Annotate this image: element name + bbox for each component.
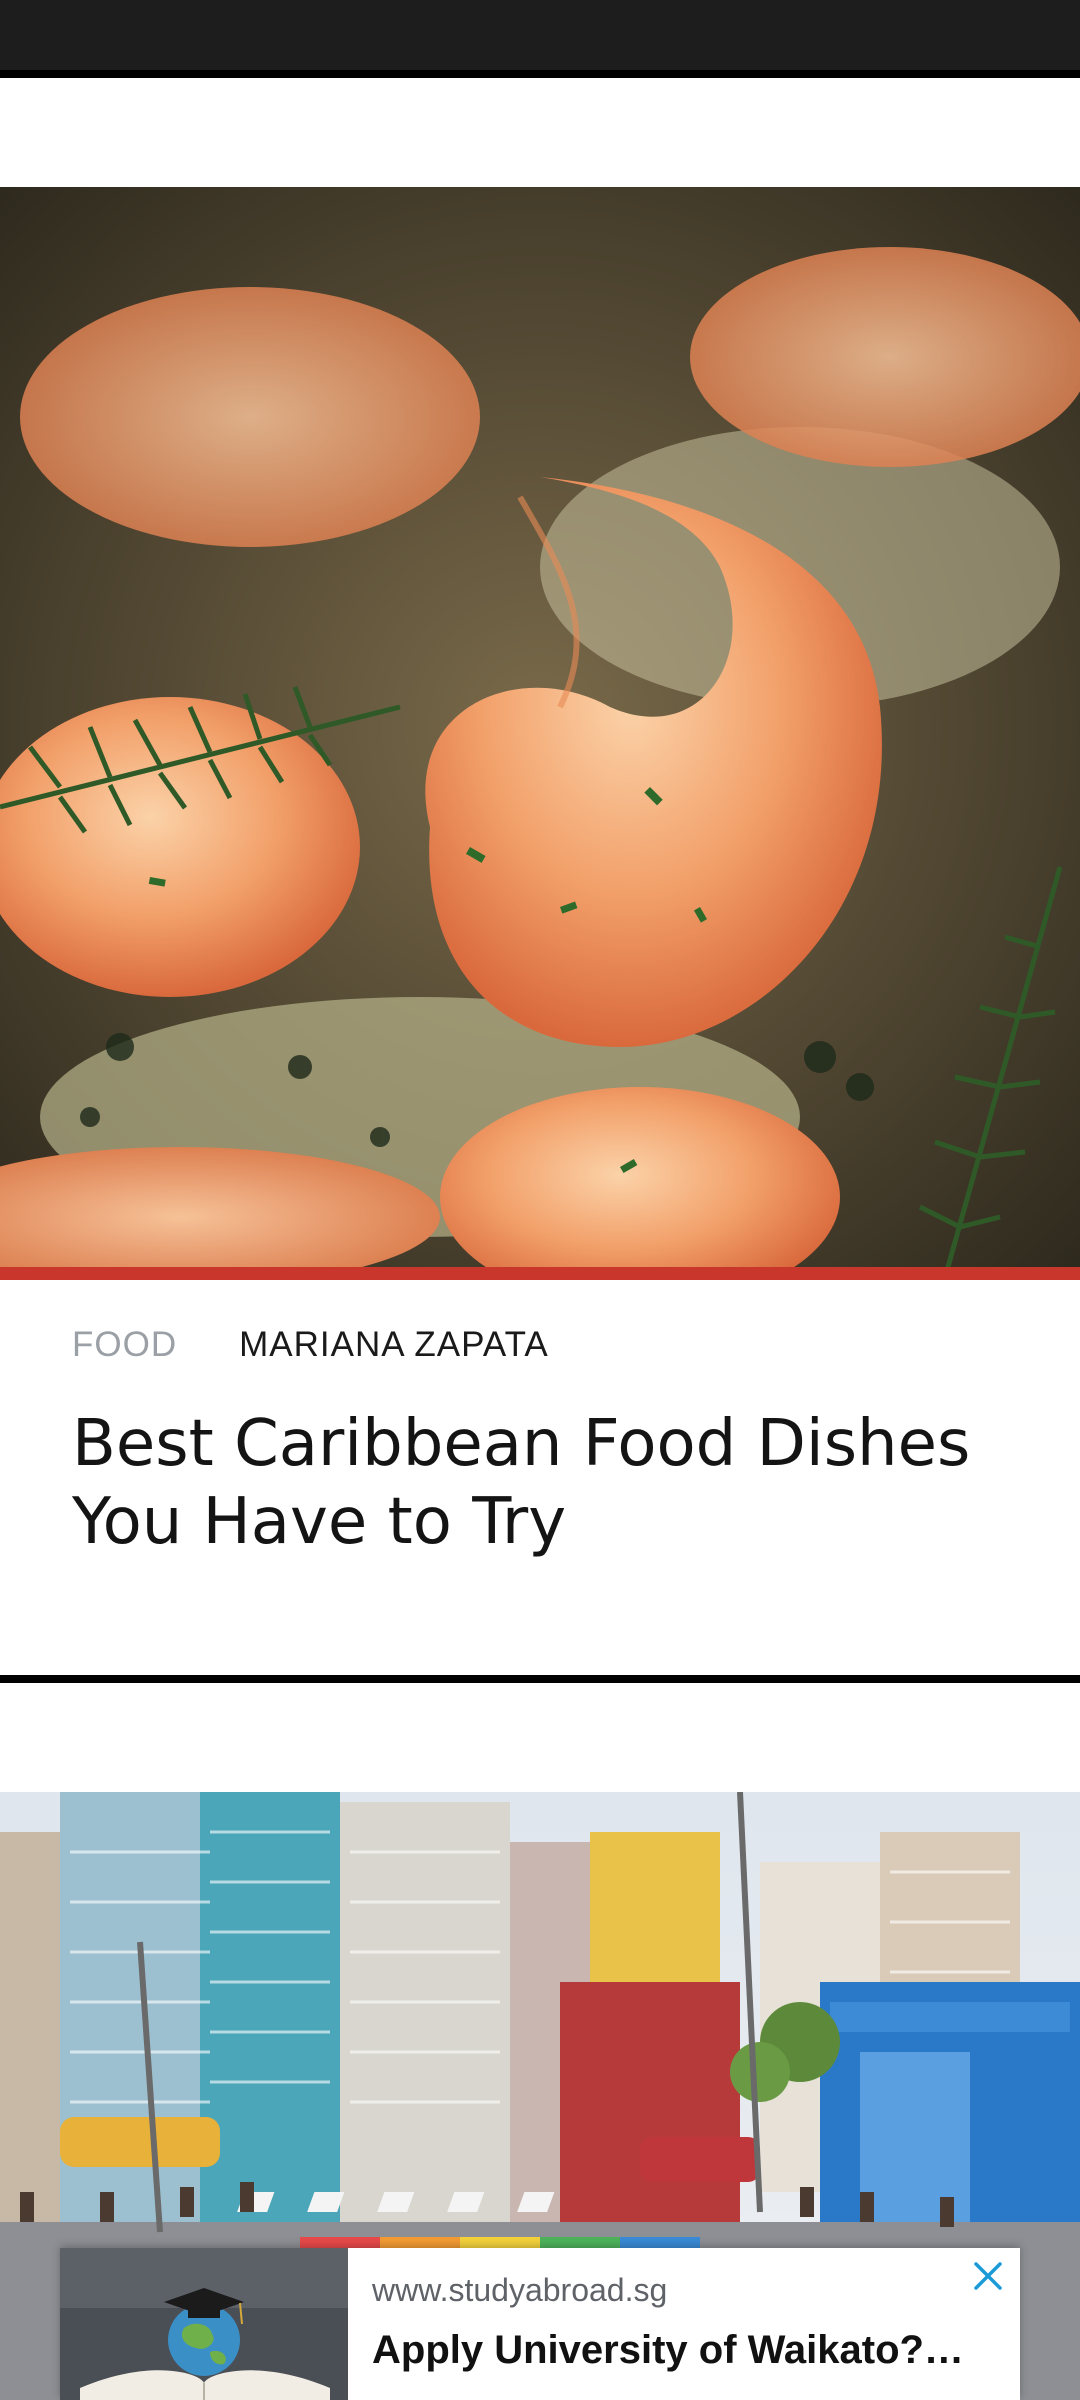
ad-title[interactable]: Apply University of Waikato?… <box>372 2328 1002 2373</box>
ad-thumbnail[interactable] <box>60 2248 348 2400</box>
article-hero-image[interactable] <box>0 187 1080 1267</box>
close-icon[interactable] <box>966 2254 1010 2298</box>
graduation-globe-photo <box>60 2248 348 2400</box>
ad-domain[interactable]: www.studyabroad.sg <box>372 2272 667 2309</box>
hero-accent-bar <box>0 1267 1080 1280</box>
ad-banner[interactable]: www.studyabroad.sg Apply University of W… <box>60 2248 1020 2400</box>
top-divider <box>0 70 1080 78</box>
article-meta: FOOD MARIANA ZAPATA <box>72 1325 549 1365</box>
status-bar <box>0 0 1080 70</box>
article-author[interactable]: MARIANA ZAPATA <box>239 1325 549 1365</box>
article-category[interactable]: FOOD <box>72 1325 177 1365</box>
article-title[interactable]: Best Caribbean Food Dishes You Have to T… <box>72 1405 1032 1561</box>
section-divider <box>0 1675 1080 1683</box>
shrimp-photo <box>0 187 1080 1267</box>
